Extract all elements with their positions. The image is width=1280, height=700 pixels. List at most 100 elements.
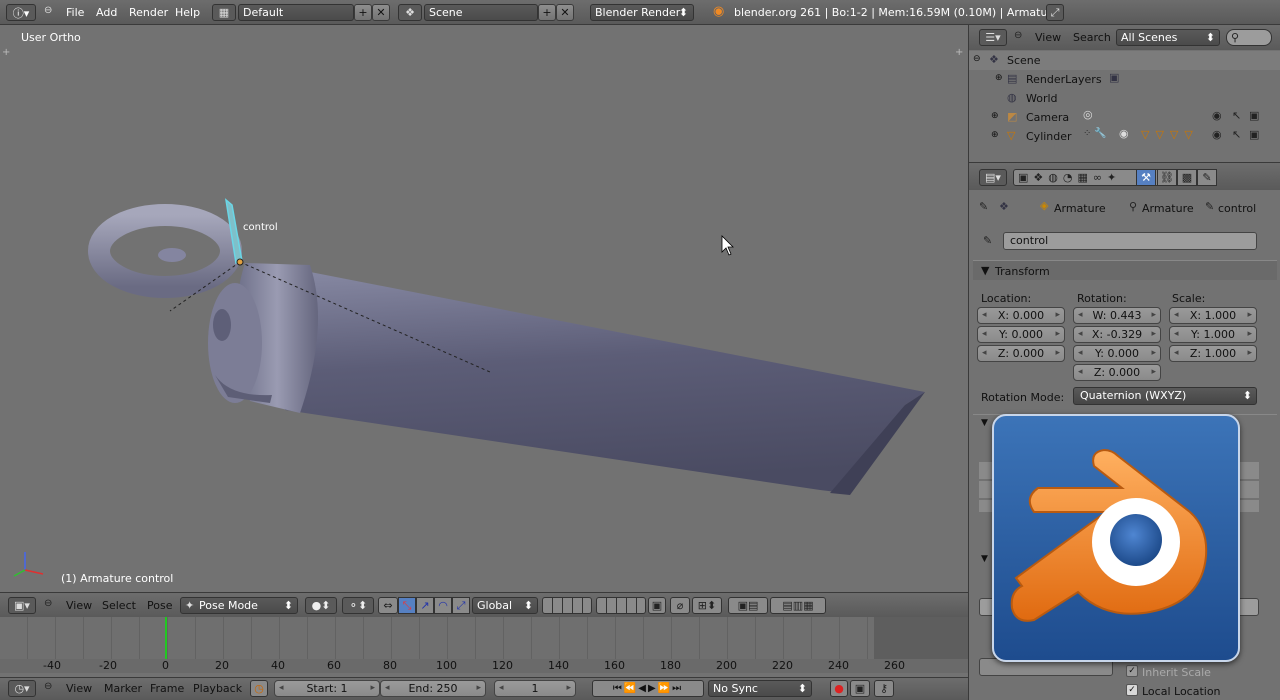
end-frame-field[interactable]: End: 250 — [380, 680, 486, 697]
collapse-icon[interactable]: ⊖ — [973, 54, 981, 64]
bone-constraint-tab-icon[interactable]: ⛓ — [1157, 169, 1177, 186]
menu-file[interactable]: File — [66, 6, 84, 19]
translate-manipulator-icon[interactable]: ⤡ — [398, 597, 416, 614]
menu-render[interactable]: Render — [129, 6, 168, 19]
info-editor-type-icon[interactable]: ⓘ▾ — [6, 4, 36, 21]
layer-buttons-1[interactable] — [542, 597, 592, 614]
rotate-manipulator-icon[interactable]: ◠ — [434, 597, 452, 614]
outliner-row-camera[interactable]: ⊕ ◩ Camera ◎ ◉ ↖ ▣ — [969, 108, 1280, 127]
scene-field[interactable]: Scene — [424, 4, 538, 21]
keyframe-icon[interactable]: ⚷ — [874, 680, 894, 697]
location-z-field[interactable]: Z: 0.000 — [977, 345, 1065, 362]
rotation-z-field[interactable]: Z: 0.000 — [1073, 364, 1161, 381]
collapse-menu-icon[interactable]: ⊖ — [44, 5, 52, 16]
pivot-point-icon[interactable]: ⚬⬍ — [342, 597, 374, 614]
add-screen-icon[interactable]: + — [354, 4, 372, 21]
record-icon[interactable]: ● — [830, 680, 848, 697]
preview-range-icon[interactable]: ◷ — [250, 680, 268, 697]
visibility-eye-icon[interactable]: ◉ — [1212, 128, 1222, 141]
menu-help[interactable]: Help — [175, 6, 200, 19]
bone-tab-icon[interactable]: ⚒ — [1136, 169, 1156, 186]
timeline-area[interactable] — [0, 617, 968, 659]
3d-viewport[interactable]: control User Ortho (1) Armature control … — [0, 25, 968, 592]
local-location-checkbox[interactable]: ✓ — [1126, 684, 1138, 696]
viewport-shading-icon[interactable]: ●⬍ — [305, 597, 337, 614]
outliner-row-renderlayers[interactable]: ⊕ ▤ RenderLayers ▣ — [969, 70, 1280, 89]
keying-icon[interactable]: ▣ — [850, 680, 870, 697]
collapse-menu-icon[interactable]: ⊖ — [44, 598, 52, 609]
expand-icon[interactable]: ⊕ — [991, 130, 999, 140]
expand-icon[interactable]: ⊕ — [995, 73, 1003, 83]
scale-y-field[interactable]: Y: 1.000 — [1169, 326, 1257, 343]
menu-playback[interactable]: Playback — [193, 682, 242, 695]
outliner-row-world[interactable]: ◍ World — [969, 89, 1280, 108]
outliner-search-input[interactable]: ⚲ — [1226, 29, 1272, 46]
bone-name-field[interactable]: control — [1003, 232, 1257, 250]
menu-frame[interactable]: Frame — [150, 682, 184, 695]
copy-paste-pose-icons[interactable]: ▤▥▦ — [770, 597, 826, 614]
current-frame-field[interactable]: 1 — [494, 680, 576, 697]
editor-type-icon[interactable]: ▣▾ — [8, 597, 36, 614]
menu-marker[interactable]: Marker — [104, 682, 142, 695]
select-arrow-icon[interactable]: ↖ — [1232, 128, 1241, 141]
toolshelf-toggle-icon[interactable]: + — [2, 47, 10, 58]
location-y-field[interactable]: Y: 0.000 — [977, 326, 1065, 343]
current-frame-line[interactable] — [165, 617, 167, 659]
remove-screen-icon[interactable]: ✕ — [372, 4, 390, 21]
physics-tab-icon[interactable]: ✎ — [1197, 169, 1217, 186]
menu-pose[interactable]: Pose — [147, 599, 172, 612]
orientation-select[interactable]: Global ⬍ — [472, 597, 538, 614]
menu-view[interactable]: View — [1035, 31, 1061, 44]
select-arrow-icon[interactable]: ↖ — [1232, 109, 1241, 122]
render-camera-icon[interactable]: ▣ — [1249, 109, 1259, 122]
pin-icon[interactable]: ✎ — [979, 200, 988, 213]
render-camera-icon[interactable]: ▣ — [1249, 128, 1259, 141]
screen-layout-field[interactable]: Default — [238, 4, 354, 21]
visibility-eye-icon[interactable]: ◉ — [1212, 109, 1222, 122]
display-filter-select[interactable]: All Scenes ⬍ — [1116, 29, 1220, 46]
outliner-row-scene[interactable]: ⊖ ❖ Scene — [969, 51, 1280, 70]
properties-toggle-icon[interactable]: + — [955, 47, 963, 58]
collapse-menu-icon[interactable]: ⊖ — [44, 681, 52, 692]
rotation-w-field[interactable]: W: 0.443 — [1073, 307, 1161, 324]
manipulator-toggle-icon[interactable]: ⇔ — [378, 597, 398, 614]
rotation-y-field[interactable]: Y: 0.000 — [1073, 345, 1161, 362]
pose-copy-icon[interactable]: ⌀ — [670, 597, 690, 614]
rotation-x-field[interactable]: X: -0.329 — [1073, 326, 1161, 343]
lock-camera-icon[interactable]: ▣ — [648, 597, 666, 614]
layer-buttons-2[interactable] — [596, 597, 646, 614]
render-preview-icon[interactable]: ▣▤ — [728, 597, 768, 614]
screen-layout-icon[interactable]: ▦ — [212, 4, 236, 21]
menu-view[interactable]: View — [66, 682, 92, 695]
menu-add[interactable]: Add — [96, 6, 117, 19]
move-arrow-icon[interactable]: ↗ — [416, 597, 434, 614]
start-frame-field[interactable]: Start: 1 — [274, 680, 380, 697]
menu-select[interactable]: Select — [102, 599, 136, 612]
rotation-mode-select[interactable]: Quaternion (WXYZ) ⬍ — [1073, 387, 1257, 405]
remove-scene-icon[interactable]: ✕ — [556, 4, 574, 21]
texture-tab-icon[interactable]: ▩ — [1177, 169, 1197, 186]
properties-editor-icon[interactable]: ▤▾ — [979, 169, 1007, 186]
transform-panel-header[interactable]: ▼ Transform — [973, 260, 1277, 280]
cap-nozzle — [213, 309, 231, 341]
inherit-scale-checkbox[interactable]: ✓ — [1126, 665, 1138, 677]
outliner-editor-icon[interactable]: ☰▾ — [979, 29, 1007, 46]
timeline-editor-icon[interactable]: ◷▾ — [8, 680, 36, 697]
playback-controls-icon[interactable]: ⏮⏪◀▶⏩⏭ — [592, 680, 704, 697]
menu-view[interactable]: View — [66, 599, 92, 612]
menu-search[interactable]: Search — [1073, 31, 1111, 44]
render-engine-select[interactable]: Blender Render ⬍ — [590, 4, 694, 21]
add-scene-icon[interactable]: + — [538, 4, 556, 21]
outliner-row-cylinder[interactable]: ⊕ ▽ Cylinder ⁘🔧 ◉ ▽▽▽▽ ◉ ↖ ▣ — [969, 127, 1280, 146]
fullscreen-icon[interactable]: ⤢ — [1046, 4, 1064, 21]
collapse-menu-icon[interactable]: ⊖ — [1014, 30, 1022, 41]
expand-icon[interactable]: ⊕ — [991, 111, 999, 121]
scale-z-field[interactable]: Z: 1.000 — [1169, 345, 1257, 362]
mode-select[interactable]: ✦ Pose Mode ⬍ — [180, 597, 298, 614]
location-x-field[interactable]: X: 0.000 — [977, 307, 1065, 324]
snap-element-icon[interactable]: ⊞⬍ — [692, 597, 722, 614]
sync-select[interactable]: No Sync ⬍ — [708, 680, 812, 697]
scale-x-field[interactable]: X: 1.000 — [1169, 307, 1257, 324]
scene-icon[interactable]: ❖ — [398, 4, 422, 21]
scale-manipulator-icon[interactable]: ⤢ — [452, 597, 470, 614]
